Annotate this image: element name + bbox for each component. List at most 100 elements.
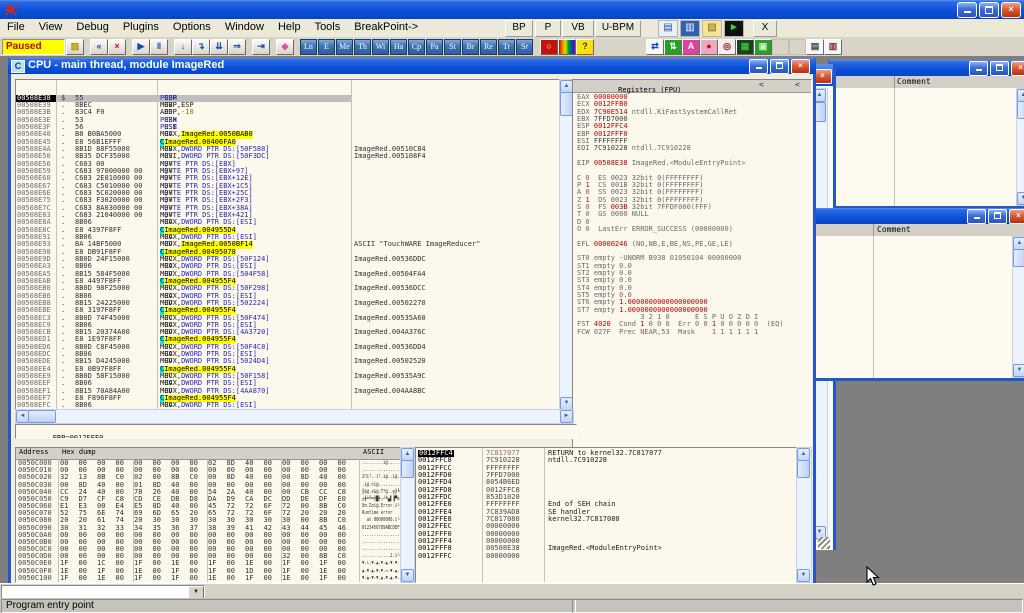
register-line[interactable]: O 0 LastErr ERROR_SUCCESS (00000000) [577, 226, 809, 233]
console-icon[interactable]: ► [724, 20, 744, 37]
toolbar-button-st[interactable]: St [444, 39, 461, 55]
stack-row[interactable]: 0012FFF800508E38ImageRed.<ModuleEntryPoi… [416, 545, 797, 552]
log-list-icon[interactable]: ▥ [824, 39, 842, 55]
folder-icon[interactable]: ▨ [702, 20, 722, 37]
dump-row[interactable]: 0050C1001F001E001F001F001E001F001E001F00… [16, 575, 401, 582]
plugin-menu-button-vb[interactable]: VB [562, 20, 594, 37]
menu-item-window[interactable]: Window [218, 19, 271, 33]
report-list-icon[interactable]: ▤ [806, 39, 824, 55]
vertical-scrollbar[interactable]: ▲ ▼ [1016, 88, 1024, 206]
animate-over-icon[interactable]: ⇒ [228, 39, 246, 55]
stack-row[interactable]: 0012FFEC00000000 [416, 523, 797, 530]
menu-item-breakpoint[interactable]: BreakPoint-> [347, 19, 425, 33]
stack-row[interactable]: 0012FFCCFFFFFFFF [416, 465, 797, 472]
side-window-top-titlebar[interactable]: × [828, 60, 1024, 76]
scroll-thumb[interactable] [1013, 249, 1024, 267]
toolbar-button-me[interactable]: Me [336, 39, 353, 55]
stack-row[interactable]: 0012FFFC00000000 [416, 553, 797, 560]
scroll-down-icon[interactable]: ▼ [401, 569, 414, 582]
green-window-icon[interactable]: ▣ [754, 39, 772, 55]
register-line[interactable]: EIP 00508E38 ImageRed.<ModuleEntryPoint> [577, 160, 809, 167]
vertical-scrollbar[interactable]: ▲ ▼ [1012, 236, 1024, 378]
stack-row[interactable]: 0012FFE0FFFFFFFFEnd of SEH chain [416, 501, 797, 508]
disasm-row[interactable]: 00508E83.C683 21040000 00MOV BYTE PTR DS… [16, 212, 560, 219]
menu-item-file[interactable]: File [0, 19, 32, 33]
scroll-thumb[interactable] [28, 410, 56, 423]
disasm-row[interactable]: 00508E3B.83C4 F0ADD ESP,-10 [16, 109, 560, 116]
stack-scrollbar[interactable]: ▲ ▼ [796, 447, 812, 583]
scroll-down-icon[interactable]: ▼ [797, 569, 810, 582]
menu-item-options[interactable]: Options [166, 19, 218, 33]
toolbar-button-sr[interactable]: Sr [516, 39, 533, 55]
registers-prev2-icon[interactable]: < [795, 81, 800, 88]
toolbar-button-ha[interactable]: Ha [390, 39, 407, 55]
plugin-menu-button-bp[interactable]: BP [505, 20, 533, 37]
stack-row[interactable]: 0012FFD48054B6ED [416, 479, 797, 486]
menu-item-plugins[interactable]: Plugins [116, 19, 166, 33]
disasm-row[interactable]: 00508E38$55PUSH EBP [16, 95, 560, 102]
toolbar-button-cp[interactable]: Cp [408, 39, 425, 55]
scroll-down-icon[interactable]: ▼ [1013, 364, 1024, 377]
register-line[interactable]: EDI 7C910228 ntdll.7C910228 [577, 145, 809, 152]
help-icon[interactable]: ? [576, 39, 594, 55]
side-window-bottom-titlebar[interactable]: × [806, 208, 1024, 224]
register-line[interactable]: T 0 GS 0000 NULL [577, 211, 809, 218]
scroll-thumb[interactable] [1017, 101, 1024, 119]
disasm-row[interactable]: 00508E8C.E8 4397F8FFCALL ImageRed.004955… [16, 227, 560, 234]
scroll-down-icon[interactable]: ▼ [1017, 192, 1024, 205]
toolbar-close-button[interactable]: X [753, 20, 777, 37]
disasm-row[interactable]: 00508EE9.8B0D 58F15000MOV ECX,DWORD PTR … [16, 373, 560, 380]
scroll-thumb[interactable] [401, 460, 414, 478]
restore-button[interactable] [979, 2, 999, 18]
close-button[interactable]: × [791, 59, 810, 74]
disasm-row[interactable]: 00508ED6.8B0D C8F45000MOV ECX,DWORD PTR … [16, 344, 560, 351]
execute-till-return-icon[interactable]: ⇥ [252, 39, 270, 55]
stack-row[interactable]: 0012FFD80012FFC8 [416, 487, 797, 494]
menu-item-debug[interactable]: Debug [69, 19, 115, 33]
rainbow-icon[interactable] [558, 39, 576, 55]
minimize-button[interactable] [967, 209, 986, 224]
toolbar-button-ln[interactable]: Ln [300, 39, 317, 55]
stack-row[interactable]: 0012FFF000000000 [416, 531, 797, 538]
disasm-row[interactable]: 00508EC3.8B0D 74F45000MOV ECX,DWORD PTR … [16, 315, 560, 322]
disasm-row[interactable]: 00508EB0.8B0D 98F25000MOV ECX,DWORD PTR … [16, 285, 560, 292]
toolbar-button-tr[interactable]: Tr [498, 39, 515, 55]
pause-icon[interactable]: ‖ [150, 39, 168, 55]
minimize-button[interactable] [969, 61, 988, 76]
menu-item-help[interactable]: Help [271, 19, 308, 33]
stack-row[interactable]: 0012FFE87C817080kernel32.7C817080 [416, 516, 797, 523]
book-icon[interactable]: ▥ [680, 20, 700, 37]
resize-grip[interactable] [818, 537, 830, 549]
maximize-button[interactable] [770, 59, 789, 74]
disasm-row[interactable]: 00508E3E.53PUSH EBX [16, 117, 560, 124]
close-button[interactable]: × [1001, 2, 1021, 18]
scroll-right-icon[interactable]: ► [560, 410, 573, 423]
scroll-thumb[interactable] [797, 460, 810, 478]
toolbar-button-re[interactable]: Re [480, 39, 497, 55]
toolbar-button-pa[interactable]: Pa [426, 39, 443, 55]
cpu-titlebar[interactable]: C CPU - main thread, module ImageRed × [8, 58, 816, 74]
menu-item-tools[interactable]: Tools [308, 19, 348, 33]
register-line[interactable]: EFL 00000246 (NO,NB,E,BE,NS,PE,GE,LE) [577, 241, 809, 248]
minimize-button[interactable] [749, 59, 768, 74]
updown-arrows-icon[interactable]: ⇅ [664, 39, 682, 55]
plugin-menu-button-u-bpm[interactable]: U-BPM [595, 20, 641, 37]
toolbar-button-e[interactable]: E [318, 39, 335, 55]
disasm-row[interactable]: 00508E9D.8B0D 24F15000MOV ECX,DWORD PTR … [16, 256, 560, 263]
register-line[interactable]: FCW 027F Prec NEAR,53 Mask 1 1 1 1 1 1 [577, 329, 809, 336]
maximize-button[interactable] [988, 209, 1007, 224]
maximize-button[interactable] [990, 61, 1009, 76]
disasm-row[interactable]: 00508EF7.E8 F896F8FFCALL ImageRed.004955… [16, 395, 560, 402]
open-file-icon[interactable]: ▨ [66, 39, 84, 55]
dump-scrollbar[interactable]: ▲ ▼ [400, 447, 415, 583]
animate-into-icon[interactable]: ⇊ [210, 39, 228, 55]
close-program-icon[interactable]: × [108, 39, 126, 55]
stack-row[interactable]: 0012FFC87C910228ntdll.7C910228 [416, 457, 797, 464]
close-button[interactable]: × [1009, 209, 1024, 224]
step-into-icon[interactable]: ↓ [174, 39, 192, 55]
close-button[interactable]: × [1011, 61, 1024, 76]
notepad-icon[interactable]: ▤ [658, 20, 678, 37]
spiral-icon[interactable]: ◎ [718, 39, 736, 55]
main-titlebar[interactable]: × [0, 0, 1024, 19]
goto-icon[interactable]: ◆ [276, 39, 294, 55]
